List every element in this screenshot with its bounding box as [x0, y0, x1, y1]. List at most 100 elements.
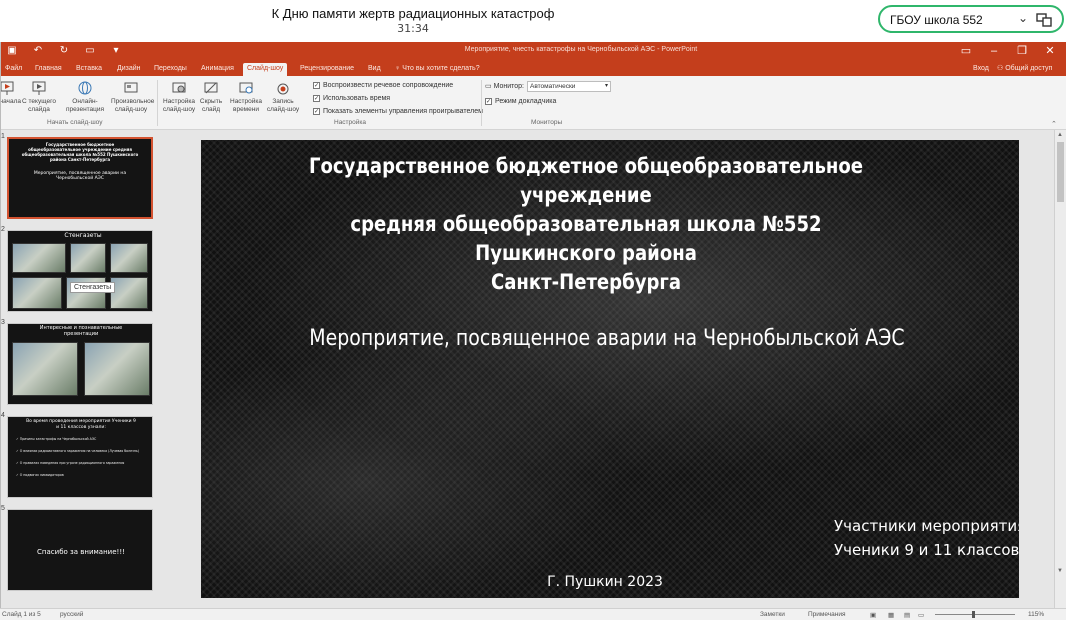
tab-home[interactable]: Главная [31, 63, 66, 76]
tab-transitions[interactable]: Переходы [150, 63, 191, 76]
reading-view-icon[interactable]: ▤ [904, 611, 910, 619]
thumb3-photo [84, 342, 150, 396]
thumb2-photo [110, 243, 148, 273]
redo-icon[interactable]: ↻ [57, 45, 71, 57]
group-separator [157, 80, 158, 126]
hide-slide-label: Скрыть слайд [199, 98, 223, 113]
monitor-select[interactable]: Автоматически ▾ [527, 81, 611, 92]
checkbox-checked-icon: ✓ [313, 94, 320, 102]
slide-thumbnail-3[interactable]: Интересные и познавательные презентации [7, 323, 153, 405]
slide-thumbnail-2[interactable]: Стенгазеты [7, 230, 153, 312]
tab-design[interactable]: Дизайн [113, 63, 145, 76]
zoom-slider-knob[interactable] [972, 611, 975, 618]
narrations-label: Воспроизвести речевое сопровождение [323, 81, 454, 89]
thumb1-title: Государственное бюджетное общеобразовате… [21, 142, 139, 162]
thumb4-item-text: О влиянии радиоактивного заражения на че… [19, 449, 140, 453]
thumb4-item-text: О правилах поведения при угрозе радиацио… [19, 461, 125, 465]
share-label: Общий доступ [1005, 65, 1053, 72]
ribbon-display-icon[interactable]: ▭ [959, 44, 973, 58]
slideshow-current-icon [32, 81, 46, 95]
presenter-view-checkbox[interactable]: ✓ Режим докладчика [485, 96, 556, 106]
thumb2-title: Стенгазеты [64, 232, 102, 239]
share-button[interactable]: ⚇ Общий доступ [997, 63, 1052, 75]
checkbox-checked-icon: ✓ [313, 81, 320, 89]
scrollbar-thumb[interactable] [1057, 142, 1064, 202]
call-timer: 31:34 [397, 22, 429, 35]
window-title: Мероприятие, чнесть катастрофы на Черноб… [464, 46, 698, 53]
title-bar: ▣ ↶ ↻ ▭ ▾ Мероприятие, чнесть катастрофы… [1, 42, 1066, 61]
sign-in-link[interactable]: Вход [973, 63, 989, 75]
tab-review[interactable]: Рецензирование [296, 63, 358, 76]
comments-button[interactable]: Примечания [808, 611, 846, 618]
room-selector[interactable]: ГБОУ школа 552 ⌄ [878, 5, 1064, 33]
monitor-label-text: Монитор: [493, 83, 524, 90]
close-icon[interactable]: ✕ [1043, 44, 1057, 58]
scroll-down-icon[interactable]: ▼ [1057, 568, 1063, 574]
rehearse-timings-button[interactable]: Настройка времени [226, 80, 266, 122]
tab-view[interactable]: Вид [364, 63, 385, 76]
main-slide[interactable]: Государственное бюджетное общеобразовате… [201, 140, 1019, 598]
window-controls: ▭ – ❐ ✕ [959, 44, 1057, 58]
chevron-down-icon: ⌄ [1018, 11, 1029, 25]
save-icon[interactable]: ▣ [5, 45, 19, 57]
slide-title-line: средняя общеобразовательная школа №552 П… [350, 212, 822, 265]
start-slideshow-icon[interactable]: ▭ [83, 45, 97, 57]
slide-thumbnail-5[interactable]: Спасибо за внимание!!! [7, 509, 153, 591]
slide-thumbnail-4[interactable]: Во время проведения мероприятия Ученики … [7, 416, 153, 498]
group-label-setup: Настройка [334, 119, 366, 126]
collapse-ribbon-icon[interactable]: ⌃ [1051, 120, 1057, 128]
call-title: К Дню памяти жертв радиационных катастро… [271, 6, 555, 21]
globe-icon [78, 81, 92, 95]
tell-me-text: Что вы хотите сделать? [402, 65, 480, 72]
present-online-button[interactable]: Онлайн-презентация [65, 80, 105, 122]
customize-qat-icon[interactable]: ▾ [109, 45, 123, 57]
participants-line: Участники мероприятия : [834, 517, 1019, 535]
scroll-up-icon[interactable]: ▲ [1057, 132, 1063, 138]
slide-sorter-icon[interactable]: ▦ [888, 611, 894, 619]
tab-animations[interactable]: Анимация [197, 63, 238, 76]
thumb2-photo [12, 243, 66, 273]
record-slideshow-button[interactable]: Запись слайд-шоу [263, 80, 303, 122]
vertical-scrollbar[interactable]: ▲ ▼ [1054, 130, 1066, 608]
thumb4-item: ✓ О влиянии радиоактивного заражения на … [16, 449, 140, 453]
slideshow-start-icon [1, 81, 14, 95]
tab-insert[interactable]: Вставка [72, 63, 106, 76]
tooltip: Стенгазеты [70, 282, 116, 293]
checkbox-checked-icon: ✓ [485, 97, 492, 105]
thumb4-item: ✓ О правилах поведения при угрозе радиац… [16, 461, 125, 465]
monitor-label: ▭ Монитор: [485, 82, 524, 90]
notes-button[interactable]: Заметки [760, 611, 785, 618]
group-label-monitors: Мониторы [531, 119, 563, 126]
thumb2-photo [12, 277, 62, 309]
rehearse-timings-label: Настройка времени [230, 98, 262, 113]
dropdown-arrow-icon: ▾ [604, 83, 608, 89]
present-online-label: Онлайн-презентация [65, 98, 105, 113]
undo-icon[interactable]: ↶ [31, 45, 45, 57]
normal-view-icon[interactable]: ▣ [870, 611, 876, 619]
media-controls-checkbox[interactable]: ✓ Показать элементы управления проигрыват… [313, 106, 483, 116]
minimize-icon[interactable]: – [987, 44, 1001, 58]
custom-slideshow-icon [124, 82, 138, 93]
tab-slideshow[interactable]: Слайд-шоу [243, 63, 288, 76]
custom-slideshow-button[interactable]: Произвольное слайд-шоу [111, 80, 155, 122]
zoom-slider[interactable] [935, 614, 1015, 615]
slide-title-line: Государственное бюджетное общеобразовате… [308, 154, 864, 207]
tab-file[interactable]: Файл [1, 63, 26, 76]
hide-slide-button[interactable]: Скрыть слайд [191, 80, 231, 122]
use-timings-checkbox[interactable]: ✓ Использовать время [313, 93, 390, 103]
tell-me-search[interactable]: ♀ Что вы хотите сделать? [395, 63, 480, 75]
narrations-checkbox[interactable]: ✓ Воспроизвести речевое сопровождение [313, 80, 453, 90]
custom-slideshow-label: Произвольное слайд-шоу [111, 98, 155, 113]
thumb4-item: ✓ Причины катастрофы на Чернобыльской АЭ… [16, 437, 97, 441]
screen-share-icon[interactable] [1036, 13, 1052, 27]
thumb3-photo [12, 342, 78, 396]
slide-number: 4 [1, 412, 5, 419]
record-icon [277, 83, 289, 95]
from-current-button[interactable]: С текущего слайда [19, 80, 59, 122]
slide-count: Слайд 1 из 5 [2, 611, 41, 618]
maximize-icon[interactable]: ❐ [1015, 44, 1029, 58]
slide-thumbnail-1[interactable]: Государственное бюджетное общеобразовате… [7, 137, 153, 219]
zoom-level[interactable]: 115% [1028, 611, 1044, 618]
slideshow-view-icon[interactable]: ▭ [918, 611, 924, 619]
slide-thumbnails-pane: 1 Государственное бюджетное общеобразова… [1, 130, 161, 608]
